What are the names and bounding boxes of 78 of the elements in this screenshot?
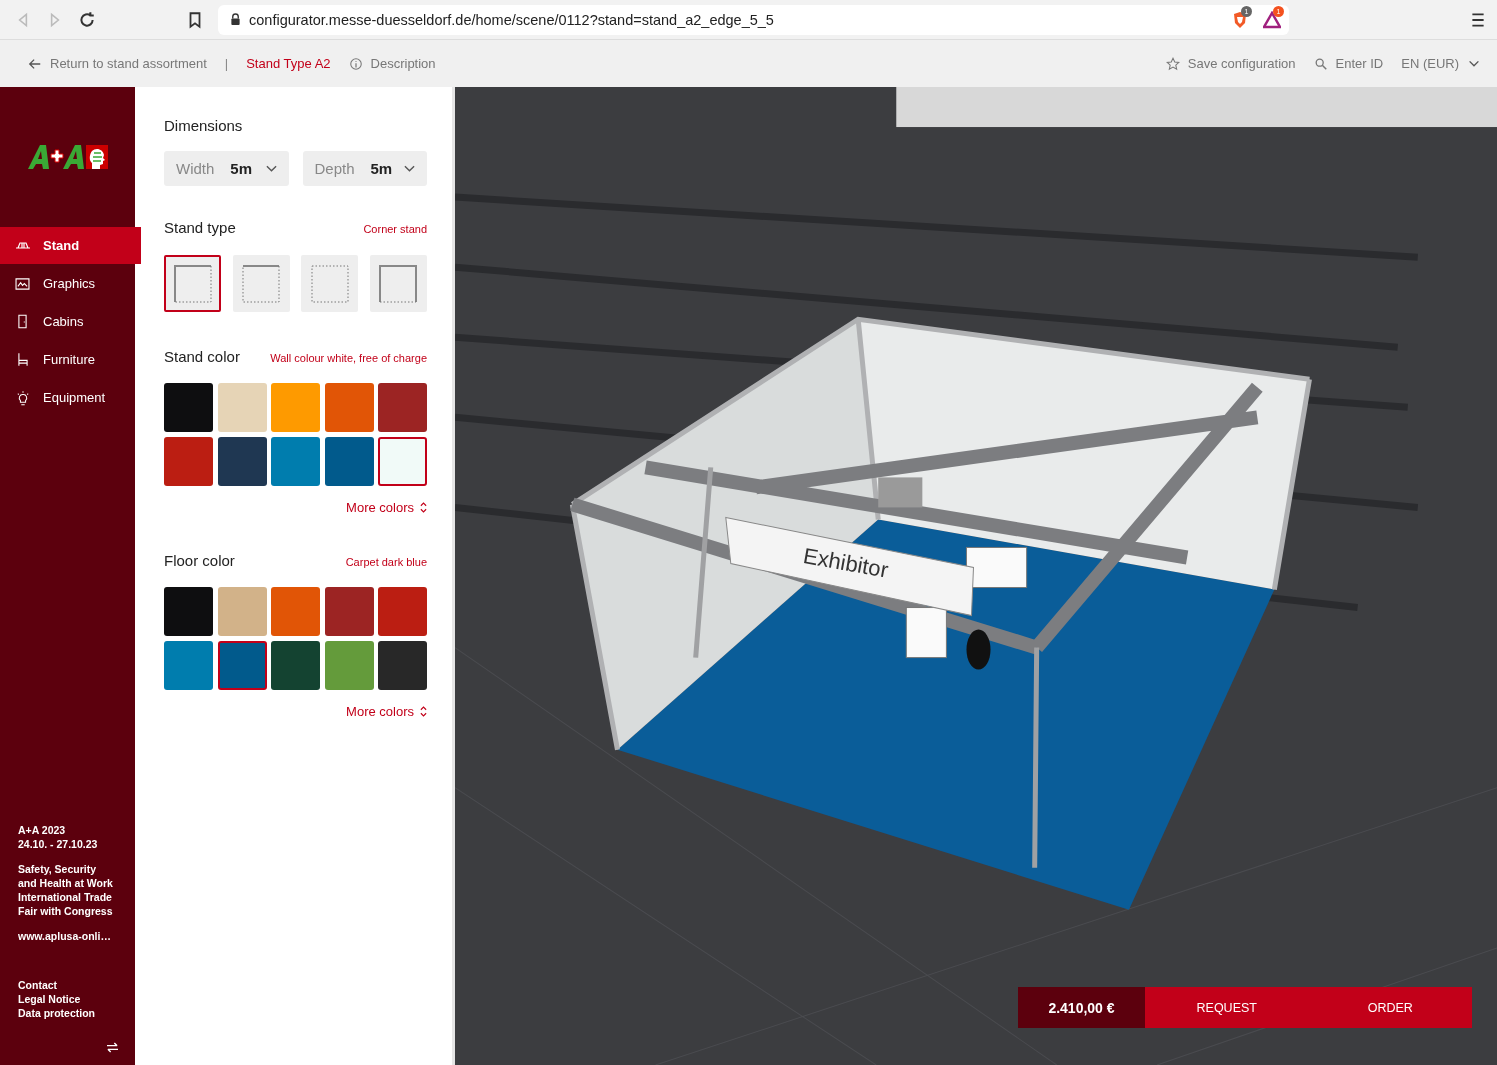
swap-arrows-icon[interactable] [106,1042,119,1053]
color-swatch[interactable] [217,587,267,636]
depth-dropdown[interactable]: Depth 5m [302,151,427,186]
nav-item[interactable]: Stand [0,227,141,264]
selection-note: Corner stand [363,223,427,235]
more-colors-link[interactable]: More colors [346,704,427,719]
nav-item[interactable]: Furniture [0,341,141,378]
color-swatch[interactable] [324,383,374,432]
fair-description: Safety, Security and Health at Work International Trade Fair with Congress [18,862,114,918]
nav-item[interactable]: Graphics [0,265,141,302]
event-info: A+A 2023 24.10. - 27.10.23 [18,823,99,851]
stand-type-option[interactable] [164,255,221,312]
color-swatch[interactable] [378,437,427,486]
sign-label: Exhibitor [801,543,891,583]
floor-plan-icon [309,263,350,304]
lock-icon [230,13,241,26]
search-icon [1313,56,1328,71]
price-display: 2.410,00 € [1018,987,1145,1028]
section-title: Floor color [164,552,235,569]
enter-id-link[interactable]: Enter ID [1313,56,1384,71]
reload-icon[interactable] [78,10,96,29]
selection-note: Carpet dark blue [345,556,427,568]
section-title: Stand type [164,219,236,236]
more-colors-link[interactable]: More colors [346,500,427,515]
section-title: Dimensions [164,117,244,134]
return-link[interactable]: Return to stand assortment [28,56,207,71]
cabins-icon [18,314,27,329]
furniture-icon [17,352,28,367]
info-icon [348,56,363,71]
floor-plan-icon [378,263,419,304]
color-swatch[interactable] [324,437,374,486]
color-swatch[interactable] [324,587,374,636]
separator: | [224,56,229,71]
section-title: Stand color [164,348,240,365]
stand-type-option[interactable] [369,255,427,312]
color-swatch[interactable] [217,437,267,486]
width-dropdown[interactable]: Width 5m [164,151,289,186]
color-swatch[interactable] [164,641,213,690]
save-configuration-link[interactable]: Save configuration [1165,56,1296,71]
color-swatch[interactable] [217,383,267,432]
logo-icon [26,143,110,171]
graphics-icon [15,277,30,290]
color-swatch[interactable] [271,641,320,690]
stand-type-option[interactable] [232,255,290,312]
stand-type-link[interactable]: Stand Type A2 [246,56,331,71]
color-swatch[interactable] [164,437,213,486]
language-selector[interactable]: EN (EUR) [1401,56,1481,71]
chevron-down-icon [404,164,415,173]
selection-note: Wall colour white, free of charge [270,352,427,364]
color-swatch[interactable] [217,641,267,690]
star-icon [1165,56,1180,71]
triangle-icon[interactable] [1263,10,1281,29]
color-swatch[interactable] [324,641,374,690]
color-swatch[interactable] [271,437,320,486]
floor-plan-icon [241,263,282,304]
footer-link[interactable]: Data protection [18,1006,135,1020]
color-swatch[interactable] [378,641,427,690]
case-drawing [878,477,923,508]
color-swatch[interactable] [164,383,213,432]
up-down-chevron-icon [420,706,427,717]
chevron-down-icon [265,164,277,173]
nav-item[interactable]: Equipment [0,379,141,416]
website-link[interactable]: www.aplusa-onli… [18,929,135,943]
arrow-left-icon [28,56,42,71]
color-swatch[interactable] [164,587,213,636]
floor-plan-icon [172,263,213,304]
description-link[interactable]: Description [348,56,436,71]
stand-icon [14,242,31,249]
nav-item[interactable]: Cabins [0,303,141,340]
equipment-icon [16,389,29,406]
color-swatch[interactable] [271,587,320,636]
menu-icon[interactable] [1469,10,1487,29]
footer-link[interactable]: Legal Notice [18,992,135,1006]
color-swatch[interactable] [271,383,320,432]
up-down-chevron-icon [420,502,427,513]
footer-link[interactable]: Contact [18,978,135,992]
color-swatch[interactable] [378,587,427,636]
color-swatch[interactable] [378,383,427,432]
